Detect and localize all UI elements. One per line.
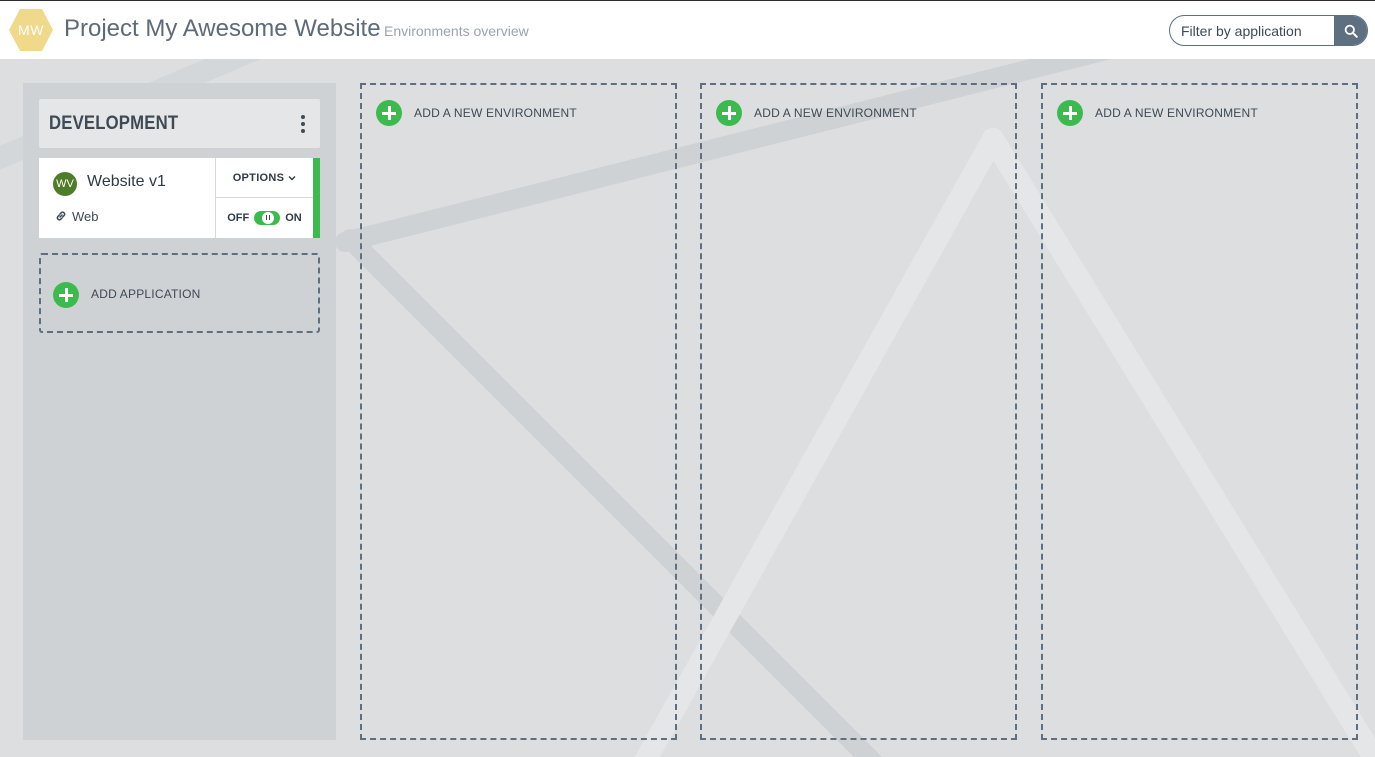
application-card[interactable]: WV Website v1 Web OPTIONS OFF ON — [39, 158, 320, 238]
top-bar: MW Project My Awesome Website Environmen… — [0, 0, 1375, 59]
search-icon — [1344, 24, 1358, 38]
status-accent-bar — [313, 158, 320, 238]
add-environment-label: ADD A NEW ENVIRONMENT — [754, 106, 917, 120]
project-title: Project My Awesome Website — [64, 15, 381, 42]
logo-initials: MW — [18, 22, 44, 38]
add-environment-label: ADD A NEW ENVIRONMENT — [414, 106, 577, 120]
app-name[interactable]: Website v1 — [87, 173, 166, 191]
environment-column-development: DEVELOPMENT WV Website v1 Web OPTIONS OF… — [23, 83, 336, 740]
chevron-down-icon — [288, 175, 296, 180]
plus-circle-icon — [53, 282, 79, 308]
environment-header: DEVELOPMENT — [39, 99, 320, 148]
options-button[interactable]: OPTIONS — [216, 158, 313, 198]
add-application-label: ADD APPLICATION — [91, 287, 201, 301]
project-logo[interactable]: MW — [7, 7, 55, 53]
link-icon — [56, 211, 66, 221]
plus-circle-icon — [1057, 100, 1083, 126]
search-button[interactable] — [1334, 16, 1367, 45]
toggle-on-label: ON — [285, 212, 302, 224]
add-environment-slot-2[interactable]: ADD A NEW ENVIRONMENT — [700, 83, 1017, 740]
options-label: OPTIONS — [232, 171, 285, 184]
filter-input[interactable] — [1170, 16, 1336, 45]
app-controls: OPTIONS OFF ON — [215, 158, 313, 238]
add-environment-slot-3[interactable]: ADD A NEW ENVIRONMENT — [1041, 83, 1358, 740]
page-subtitle: Environments overview — [384, 23, 529, 39]
environment-name: DEVELOPMENT — [49, 113, 179, 134]
app-enable-toggle[interactable] — [254, 211, 281, 225]
app-type-link[interactable]: Web — [72, 209, 99, 224]
kebab-menu-icon[interactable] — [300, 115, 306, 133]
toggle-off-label: OFF — [227, 212, 250, 224]
add-application-button[interactable]: ADD APPLICATION — [39, 253, 320, 333]
add-environment-label: ADD A NEW ENVIRONMENT — [1095, 106, 1258, 120]
filter-box — [1169, 15, 1368, 46]
app-toggle-row: OFF ON — [216, 198, 313, 238]
plus-circle-icon — [716, 100, 742, 126]
add-environment-slot-1[interactable]: ADD A NEW ENVIRONMENT — [360, 83, 677, 740]
app-avatar: WV — [53, 172, 77, 196]
plus-circle-icon — [376, 100, 402, 126]
